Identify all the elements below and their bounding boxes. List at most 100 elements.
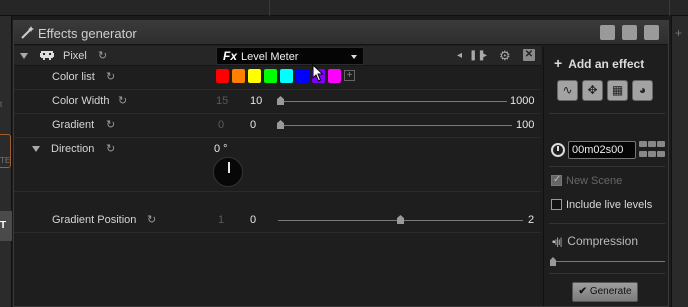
divider	[549, 223, 665, 224]
left-edge-tab-label: T	[0, 220, 7, 231]
color-width-min: 15	[216, 95, 229, 107]
time-increment-icon[interactable]	[639, 141, 647, 147]
left-edge-text: t	[0, 100, 3, 109]
color-swatch-cyan[interactable]	[280, 69, 293, 83]
direction-row: Direction ↻ 0 °	[14, 138, 541, 192]
reset-icon[interactable]: ↻	[118, 95, 130, 107]
include-live-levels-label: Include live levels	[566, 199, 653, 211]
close-icon[interactable]: ✕	[523, 49, 535, 61]
direction-dial[interactable]	[213, 157, 243, 187]
open-folder-icon[interactable]	[644, 25, 659, 40]
color-swatch-yellow[interactable]	[248, 69, 261, 83]
collapse-caret-icon[interactable]	[20, 53, 28, 59]
gradient-position-row: Gradient Position ↻ 1 0 2	[14, 209, 541, 233]
divider	[549, 113, 665, 114]
time-decrement-icon[interactable]	[639, 151, 647, 157]
save-icon[interactable]	[622, 25, 637, 40]
collapse-caret-icon[interactable]	[32, 146, 40, 152]
add-effect-label: Add an effect	[568, 57, 645, 71]
color-swatch-green[interactable]	[264, 69, 277, 83]
compression-text: Compression	[567, 234, 638, 248]
time-decrement-icon[interactable]	[657, 151, 665, 157]
color-width-row: Color Width ↻ 15 10 1000	[14, 90, 541, 114]
color-width-label: Color Width	[52, 95, 110, 107]
dial-needle	[228, 162, 230, 173]
gradient-label: Gradient	[52, 119, 95, 131]
left-edge-active-tab[interactable]: T	[0, 211, 12, 241]
color-width-value[interactable]: 10	[250, 95, 262, 107]
effect-selector[interactable]: Fx Level Meter	[216, 47, 364, 65]
window-title: Effects generator	[38, 26, 137, 41]
color-list-label: Color list	[52, 71, 95, 83]
new-scene-checkbox[interactable]	[551, 174, 562, 186]
gradient-min: 0	[218, 119, 225, 131]
sine-wave-icon[interactable]: ∿	[557, 80, 578, 101]
export-file-icon[interactable]	[600, 25, 615, 40]
plus-icon[interactable]: +	[675, 26, 682, 40]
reset-icon[interactable]: ↻	[106, 143, 118, 155]
window-titlebar: Effects generator	[14, 21, 668, 45]
color-swatch-magenta[interactable]	[328, 69, 341, 83]
reset-icon[interactable]: ↻	[106, 71, 118, 83]
mouse-cursor-icon	[312, 64, 324, 82]
color-width-slider-thumb[interactable]	[277, 96, 284, 105]
add-color-icon[interactable]: +	[344, 70, 355, 81]
gradient-slider-track[interactable]	[278, 125, 512, 126]
gradient-position-label: Gradient Position	[52, 214, 137, 226]
gradient-position-value[interactable]: 0	[250, 214, 256, 226]
left-edge-text: TE	[0, 156, 11, 165]
plus-icon: +	[554, 55, 563, 71]
fx-icon: Fx	[223, 49, 238, 63]
color-palette-icon[interactable]: ◕	[632, 80, 653, 101]
gradient-slider-thumb[interactable]	[277, 120, 284, 129]
effects-generator-window: Effects generator Pixel ↻ Fx Level Meter…	[13, 20, 669, 307]
effect-name: Level Meter	[241, 51, 299, 63]
effect-actions-sidebar: + Add an effect ∿ ✥ ▦ ◕ 00m02s00 New Scen…	[543, 46, 668, 306]
color-width-max: 1000	[510, 95, 535, 107]
time-increment-icon[interactable]	[657, 141, 665, 147]
color-swatch-orange[interactable]	[232, 69, 245, 83]
compression-icon: ▪ı|ı|	[552, 237, 562, 248]
pixel-fixture-icon	[40, 49, 54, 61]
new-scene-label: New Scene	[566, 175, 623, 187]
gradient-row: Gradient ↻ 0 0 100	[14, 114, 541, 138]
direction-label: Direction	[51, 143, 95, 155]
previous-icon[interactable]: ◂	[457, 50, 462, 61]
top-toolbar-strip	[0, 0, 688, 16]
gradient-value[interactable]: 0	[250, 119, 256, 131]
move-icon[interactable]: ✥	[582, 80, 603, 101]
time-increment-icon[interactable]	[648, 141, 656, 147]
gradient-position-min: 1	[218, 214, 225, 226]
reset-icon[interactable]: ↻	[106, 119, 118, 131]
time-decrement-icon[interactable]	[648, 151, 656, 157]
left-panel-edge: t TE T	[0, 16, 12, 307]
gradient-position-slider-thumb[interactable]	[397, 215, 404, 224]
reset-icon[interactable]: ↻	[98, 50, 110, 62]
clock-icon	[551, 143, 565, 157]
divider	[549, 166, 665, 167]
fixture-header-row: Pixel ↻ Fx Level Meter ◂ ❚❚ ▸ ⚙ ✕	[14, 46, 541, 66]
compression-slider-track[interactable]	[552, 261, 665, 262]
color-list-row: Color list ↻ +	[14, 66, 541, 90]
generate-button[interactable]: ✔ Generate	[572, 282, 638, 302]
magic-wand-icon	[20, 26, 34, 40]
color-swatch-red[interactable]	[216, 69, 229, 83]
generate-label: Generate	[589, 286, 632, 297]
compression-slider-thumb[interactable]	[550, 257, 556, 266]
gear-icon[interactable]: ⚙	[499, 48, 511, 64]
pixel-fixture-icon[interactable]: ▦	[607, 80, 628, 101]
fixture-name: Pixel	[63, 50, 87, 62]
compression-label: ▪ı|ı| Compression	[552, 234, 638, 248]
effect-parameters-panel: Pixel ↻ Fx Level Meter ◂ ❚❚ ▸ ⚙ ✕ Color …	[14, 46, 541, 306]
gradient-position-max: 2	[528, 214, 535, 226]
duration-field[interactable]: 00m02s00	[568, 141, 636, 159]
add-effect-button[interactable]: + Add an effect	[554, 55, 644, 71]
chevron-down-icon	[351, 55, 357, 59]
color-swatch-blue[interactable]	[296, 69, 309, 83]
right-panel-edge: +	[671, 16, 688, 307]
play-icon[interactable]: ▸	[482, 50, 487, 61]
reset-icon[interactable]: ↻	[147, 214, 159, 226]
color-width-slider-track[interactable]	[278, 101, 507, 102]
include-live-levels-checkbox[interactable]	[551, 199, 562, 210]
gradient-max: 100	[516, 119, 535, 131]
